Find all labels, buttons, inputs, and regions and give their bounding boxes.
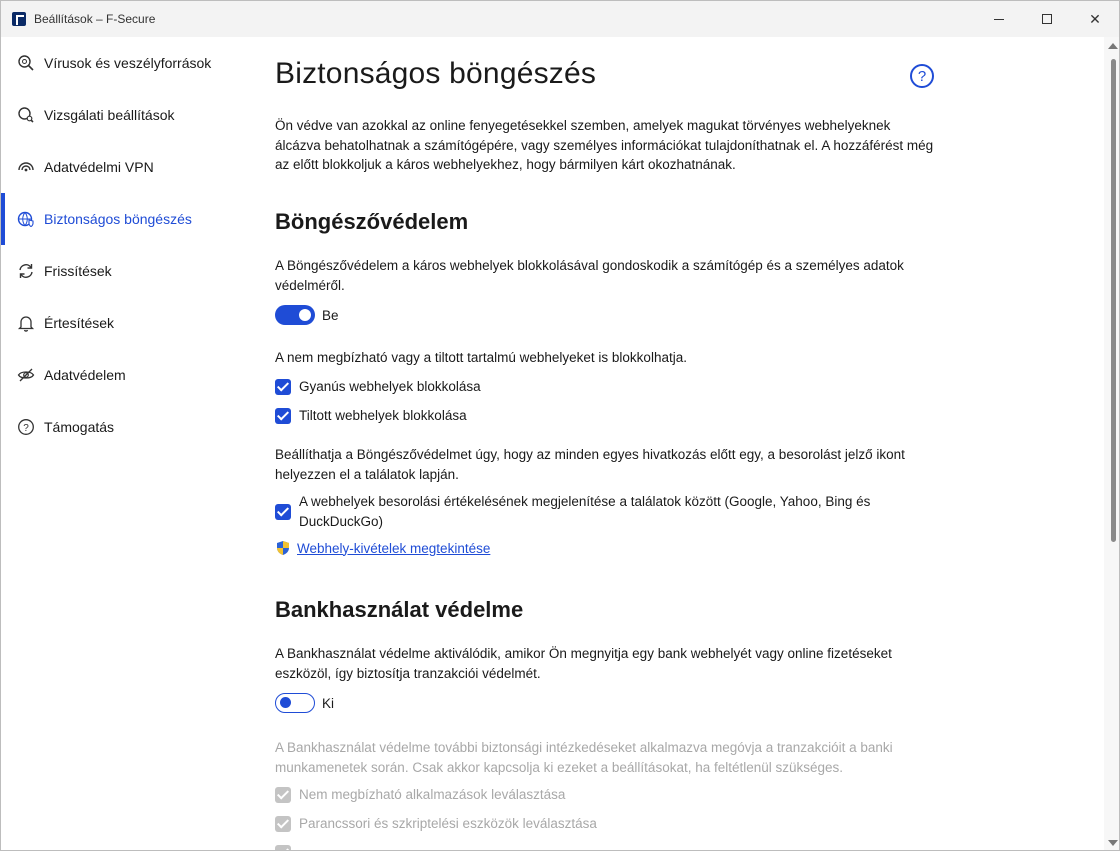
minimize-button[interactable] xyxy=(975,1,1023,37)
maximize-icon xyxy=(1042,14,1052,24)
sidebar-item-label: Támogatás xyxy=(44,419,115,435)
browser-protection-toggle[interactable] xyxy=(275,305,315,325)
window-controls: ✕ xyxy=(975,1,1119,37)
banking-extra-note: A Bankhasználat védelme további biztonsá… xyxy=(275,740,893,775)
banking-protection-toggle-row: Ki xyxy=(275,693,334,713)
bell-icon xyxy=(16,313,36,333)
sidebar-item-label: Adatvédelmi VPN xyxy=(44,159,154,175)
toggle-state-label: Be xyxy=(322,307,339,323)
scroll-down-icon[interactable] xyxy=(1108,840,1118,846)
checkbox-label: Gyanús webhelyek blokkolása xyxy=(299,379,481,394)
sidebar-item-label: Frissítések xyxy=(44,263,112,279)
sidebar-item-support[interactable]: ? Támogatás xyxy=(1,401,237,453)
scroll-thumb[interactable] xyxy=(1111,59,1116,542)
prohibited-sites-row: Tiltott webhelyek blokkolása xyxy=(275,406,467,426)
sidebar-item-label: Vírusok és veszélyforrások xyxy=(44,55,212,71)
ratings-row: A webhelyek besorolási értékelésének meg… xyxy=(275,492,915,531)
cmd-tools-row: Parancssori és szkriptelési eszközök lev… xyxy=(275,814,597,834)
help-circle-icon: ? xyxy=(16,417,36,437)
refresh-icon xyxy=(16,261,36,281)
untrusted-apps-row: Nem megbízható alkalmazások leválasztása xyxy=(275,785,565,805)
sidebar-item-privacy[interactable]: Adatvédelem xyxy=(1,349,237,401)
uac-shield-icon xyxy=(277,541,289,555)
minimize-icon xyxy=(994,18,1004,20)
vpn-icon xyxy=(16,157,36,177)
main-panel: Biztonságos böngészés ? Ön védve van azo… xyxy=(275,37,955,850)
checkbox-label: Nem megbízható alkalmazások leválasztása xyxy=(299,787,566,802)
partial-checkbox-row xyxy=(275,843,299,850)
settings-window: Beállítások – F-Secure ✕ Vírusok és vesz… xyxy=(0,0,1120,851)
checkbox-label: Tiltott webhelyek blokkolása xyxy=(299,408,467,423)
block-suspicious-checkbox[interactable] xyxy=(275,379,291,395)
sidebar-item-label: Biztonságos böngészés xyxy=(44,211,192,227)
svg-text:?: ? xyxy=(23,423,29,434)
f-secure-logo-icon xyxy=(12,12,26,26)
sidebar-item-updates[interactable]: Frissítések xyxy=(1,245,237,297)
block-note-text: A nem megbízható vagy a tiltott tartalmú… xyxy=(275,350,687,365)
browser-protection-toggle-row: Be xyxy=(275,305,339,325)
sidebar-item-viruses[interactable]: Vírusok és veszélyforrások xyxy=(1,37,237,89)
banking-protection-title: Bankhasználat védelme xyxy=(275,597,524,622)
maximize-button[interactable] xyxy=(1023,1,1071,37)
window-title: Beállítások – F-Secure xyxy=(34,12,156,26)
browser-protection-description: A Böngészővédelem a káros webhelyek blok… xyxy=(275,258,904,293)
globe-shield-icon xyxy=(16,209,36,229)
site-exceptions-link[interactable]: Webhely-kivételek megtekintése xyxy=(297,541,490,556)
partially-visible-checkbox[interactable] xyxy=(275,845,291,850)
toggle-state-label: Ki xyxy=(322,695,335,711)
question-mark-icon: ? xyxy=(917,67,927,85)
scan-settings-icon xyxy=(16,105,36,125)
show-ratings-checkbox[interactable] xyxy=(275,504,291,520)
sidebar-item-label: Értesítések xyxy=(44,315,115,331)
close-icon: ✕ xyxy=(1089,10,1101,27)
suspicious-sites-row: Gyanús webhelyek blokkolása xyxy=(275,377,481,397)
close-button[interactable]: ✕ xyxy=(1071,1,1119,37)
exceptions-link-row: Webhely-kivételek megtekintése xyxy=(275,540,490,556)
help-button[interactable]: ? xyxy=(910,64,934,88)
sidebar-item-scan-settings[interactable]: Vizsgálati beállítások xyxy=(1,89,237,141)
rating-note-text: Beállíthatja a Böngészővédelmet úgy, hog… xyxy=(275,447,905,482)
isolate-cmd-tools-checkbox[interactable] xyxy=(275,816,291,832)
scroll-up-icon[interactable] xyxy=(1108,43,1118,49)
isolate-untrusted-apps-checkbox[interactable] xyxy=(275,787,291,803)
block-prohibited-checkbox[interactable] xyxy=(275,408,291,424)
browser-protection-title: Böngészővédelem xyxy=(275,209,469,234)
checkbox-label: A webhelyek besorolási értékelésének meg… xyxy=(299,494,871,529)
eye-slash-icon xyxy=(16,365,36,385)
checkbox-label: Parancssori és szkriptelési eszközök lev… xyxy=(299,816,597,831)
page-title: Biztonságos böngészés xyxy=(275,57,597,90)
sidebar-item-notifications[interactable]: Értesítések xyxy=(1,297,237,349)
sidebar-item-vpn[interactable]: Adatvédelmi VPN xyxy=(1,141,237,193)
sidebar-item-safe-browsing[interactable]: Biztonságos böngészés xyxy=(1,193,237,245)
title-bar[interactable]: Beállítások – F-Secure ✕ xyxy=(1,1,1119,37)
banking-protection-description: A Bankhasználat védelme aktiválódik, ami… xyxy=(275,646,892,681)
virus-search-icon xyxy=(16,53,36,73)
vertical-scrollbar[interactable] xyxy=(1104,37,1119,850)
intro-text: Ön védve van azokkal az online fenyegeté… xyxy=(275,118,934,172)
banking-protection-toggle[interactable] xyxy=(275,693,315,713)
content-area: Vírusok és veszélyforrások Vizsgálati be… xyxy=(1,37,1119,850)
sidebar-item-label: Vizsgálati beállítások xyxy=(44,107,175,123)
sidebar: Vírusok és veszélyforrások Vizsgálati be… xyxy=(1,37,237,850)
sidebar-item-label: Adatvédelem xyxy=(44,367,126,383)
